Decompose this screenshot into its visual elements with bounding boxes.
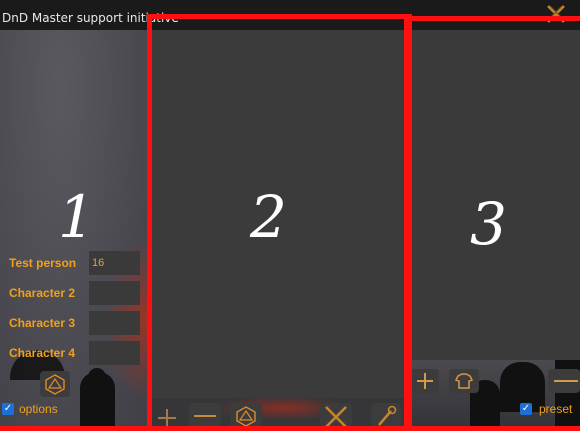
panel-number: 1 [58, 183, 95, 251]
panel-number: 3 [470, 190, 507, 258]
panel-number: 2 [250, 183, 287, 251]
